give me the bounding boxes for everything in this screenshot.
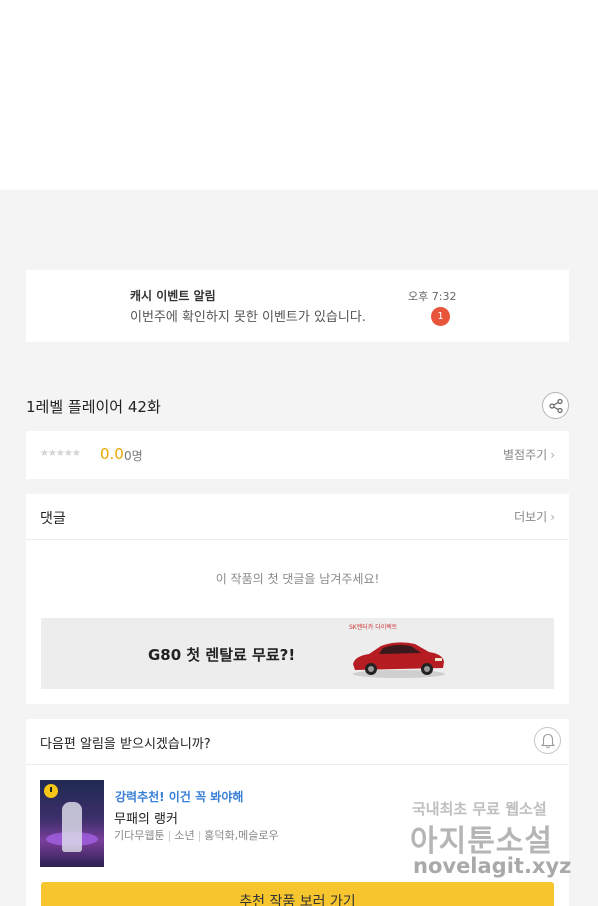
cash-event-notification[interactable]: 캐시 이벤트 알림 이번주에 확인하지 못한 이벤트가 있습니다. 오후 7:3… bbox=[26, 270, 569, 342]
comments-heading: 댓글 bbox=[40, 511, 66, 527]
rating-score: 0.0 bbox=[100, 445, 124, 463]
comments-more-link[interactable]: 더보기 › bbox=[514, 508, 555, 525]
recommended-work-meta: 기다무웹툰 | 소년 | 홍덕화,메슬로우 bbox=[114, 827, 279, 843]
recommended-work-thumbnail[interactable] bbox=[40, 780, 104, 867]
comments-empty-message: 이 작품의 첫 댓글을 남겨주세요! bbox=[215, 572, 380, 586]
rate-button-label: 별점주기 bbox=[503, 448, 548, 462]
authors-label: 홍덕화,메슬로우 bbox=[204, 829, 279, 842]
next-episode-alert: 다음편 알림을 받으시겠습니까? 강력추천! 이건 꼭 봐야해 무패의 랭커 기… bbox=[26, 719, 569, 906]
separator: | bbox=[167, 829, 172, 842]
rate-button[interactable]: 별점주기 › bbox=[503, 446, 555, 463]
view-recommendation-button[interactable]: 추천 작품 보러 가기 bbox=[41, 882, 554, 906]
comments-section: 댓글 더보기 › 이 작품의 첫 댓글을 남겨주세요! G80 첫 렌탈료 무료?… bbox=[26, 494, 569, 704]
rating-stars: ★★★★★ bbox=[40, 448, 81, 459]
recommendation-tag: 강력추천! 이건 꼭 봐야해 bbox=[115, 790, 244, 804]
share-icon bbox=[549, 399, 563, 413]
car-image bbox=[353, 642, 445, 678]
ad-banner[interactable]: G80 첫 렌탈료 무료?! SK렌터카 다이렉트 bbox=[41, 618, 554, 689]
episode-title: 1레벨 플레이어 42화 bbox=[26, 398, 161, 416]
notification-badge: 1 bbox=[431, 307, 450, 326]
alert-question: 다음편 알림을 받으시겠습니까? bbox=[40, 737, 211, 752]
genre-label: 소년 bbox=[174, 829, 195, 842]
divider bbox=[26, 764, 569, 765]
comments-more-label: 더보기 bbox=[514, 510, 548, 524]
rating-count: 0명 bbox=[124, 449, 143, 463]
thumbnail-character bbox=[62, 802, 82, 852]
ad-text: G80 첫 렌탈료 무료?! bbox=[148, 646, 296, 664]
notification-message: 이번주에 확인하지 못한 이벤트가 있습니다. bbox=[130, 310, 366, 325]
notification-time: 오후 7:32 bbox=[408, 290, 457, 303]
bell-icon bbox=[541, 733, 555, 749]
clock-icon bbox=[44, 784, 58, 798]
chevron-right-icon: › bbox=[550, 510, 555, 524]
recommended-work-title[interactable]: 무패의 랭커 bbox=[114, 808, 178, 827]
rating-card: ★★★★★ 0.0 0명 별점주기 › bbox=[26, 431, 569, 479]
ad-logo: SK렌터카 다이렉트 bbox=[349, 624, 398, 631]
divider bbox=[26, 539, 569, 540]
platform-label: 기다무웹툰 bbox=[114, 829, 165, 842]
chevron-right-icon: › bbox=[550, 448, 555, 462]
top-blank-area bbox=[0, 0, 598, 190]
notification-title: 캐시 이벤트 알림 bbox=[130, 289, 216, 303]
share-button[interactable] bbox=[542, 392, 569, 419]
alert-bell-button[interactable] bbox=[534, 727, 561, 754]
separator: | bbox=[197, 829, 202, 842]
